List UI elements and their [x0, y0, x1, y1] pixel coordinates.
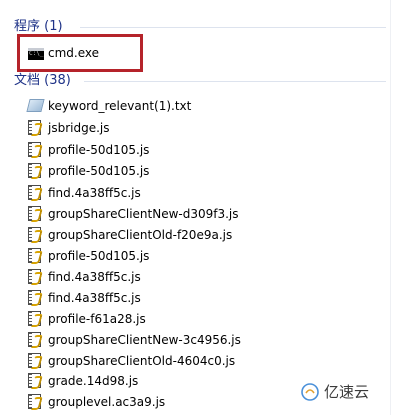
result-item-file[interactable]: find.4a38ff5c.js: [28, 288, 388, 308]
result-item-file[interactable]: groupShareClientOld-4604c0.js: [28, 351, 388, 371]
result-item-file[interactable]: find.4a38ff5c.js: [28, 183, 388, 203]
result-label: groupShareClientOld-4604c0.js: [48, 354, 236, 368]
result-label: groupShareClientOld-f20e9a.js: [48, 228, 233, 242]
group-divider: [84, 81, 386, 82]
text-file-icon: [26, 98, 45, 114]
result-item-file[interactable]: groupShareClientNew-d309f3.js: [28, 204, 388, 224]
watermark-logo-icon: [301, 383, 319, 401]
result-label: grade.14d98.js: [48, 374, 139, 388]
result-item-file[interactable]: profile-50d105.js: [28, 140, 388, 160]
result-label: groupShareClientNew-d309f3.js: [48, 207, 239, 221]
js-file-icon: [28, 394, 42, 410]
result-label: grouplevel.ac3a9.js: [48, 395, 166, 409]
result-label: profile-50d105.js: [48, 143, 150, 157]
result-label: profile-50d105.js: [48, 249, 150, 263]
result-item-file[interactable]: find.4a38ff5c.js: [28, 267, 388, 287]
highlight-box: [17, 34, 143, 72]
result-label: find.4a38ff5c.js: [48, 291, 141, 305]
result-item-file[interactable]: keyword_relevant(1).txt: [26, 96, 388, 116]
result-item-file[interactable]: profile-f61a28.js: [28, 309, 388, 329]
search-results-panel: 程序 (1) cmd.exe 文档 (38) keyword_relevant(…: [0, 0, 402, 415]
result-label: groupShareClientNew-3c4956.js: [48, 333, 241, 347]
js-file-icon: [28, 163, 42, 179]
result-label: find.4a38ff5c.js: [48, 186, 141, 200]
js-file-icon: [28, 269, 42, 285]
panel-edge: [390, 0, 391, 415]
result-item-file[interactable]: groupShareClientOld-f20e9a.js: [28, 225, 388, 245]
js-file-icon: [28, 332, 42, 348]
result-item-file[interactable]: jsbridge.js: [28, 118, 388, 138]
result-label: keyword_relevant(1).txt: [48, 99, 192, 113]
js-file-icon: [28, 373, 42, 389]
watermark-text: 亿速云: [324, 383, 370, 401]
js-file-icon: [28, 311, 42, 327]
js-file-icon: [28, 120, 42, 136]
group-header-documents: 文档 (38): [14, 73, 71, 88]
js-file-icon: [28, 290, 42, 306]
result-item-file[interactable]: profile-50d105.js: [28, 246, 388, 266]
result-label: profile-50d105.js: [48, 164, 150, 178]
group-divider: [80, 27, 386, 28]
js-file-icon: [28, 206, 42, 222]
result-label: jsbridge.js: [48, 121, 110, 135]
result-label: profile-f61a28.js: [48, 312, 146, 326]
result-item-file[interactable]: groupShareClientNew-3c4956.js: [28, 330, 388, 350]
js-file-icon: [28, 185, 42, 201]
js-file-icon: [28, 353, 42, 369]
js-file-icon: [28, 142, 42, 158]
result-label: find.4a38ff5c.js: [48, 270, 141, 284]
result-item-file[interactable]: profile-50d105.js: [28, 161, 388, 181]
js-file-icon: [28, 227, 42, 243]
js-file-icon: [28, 248, 42, 264]
